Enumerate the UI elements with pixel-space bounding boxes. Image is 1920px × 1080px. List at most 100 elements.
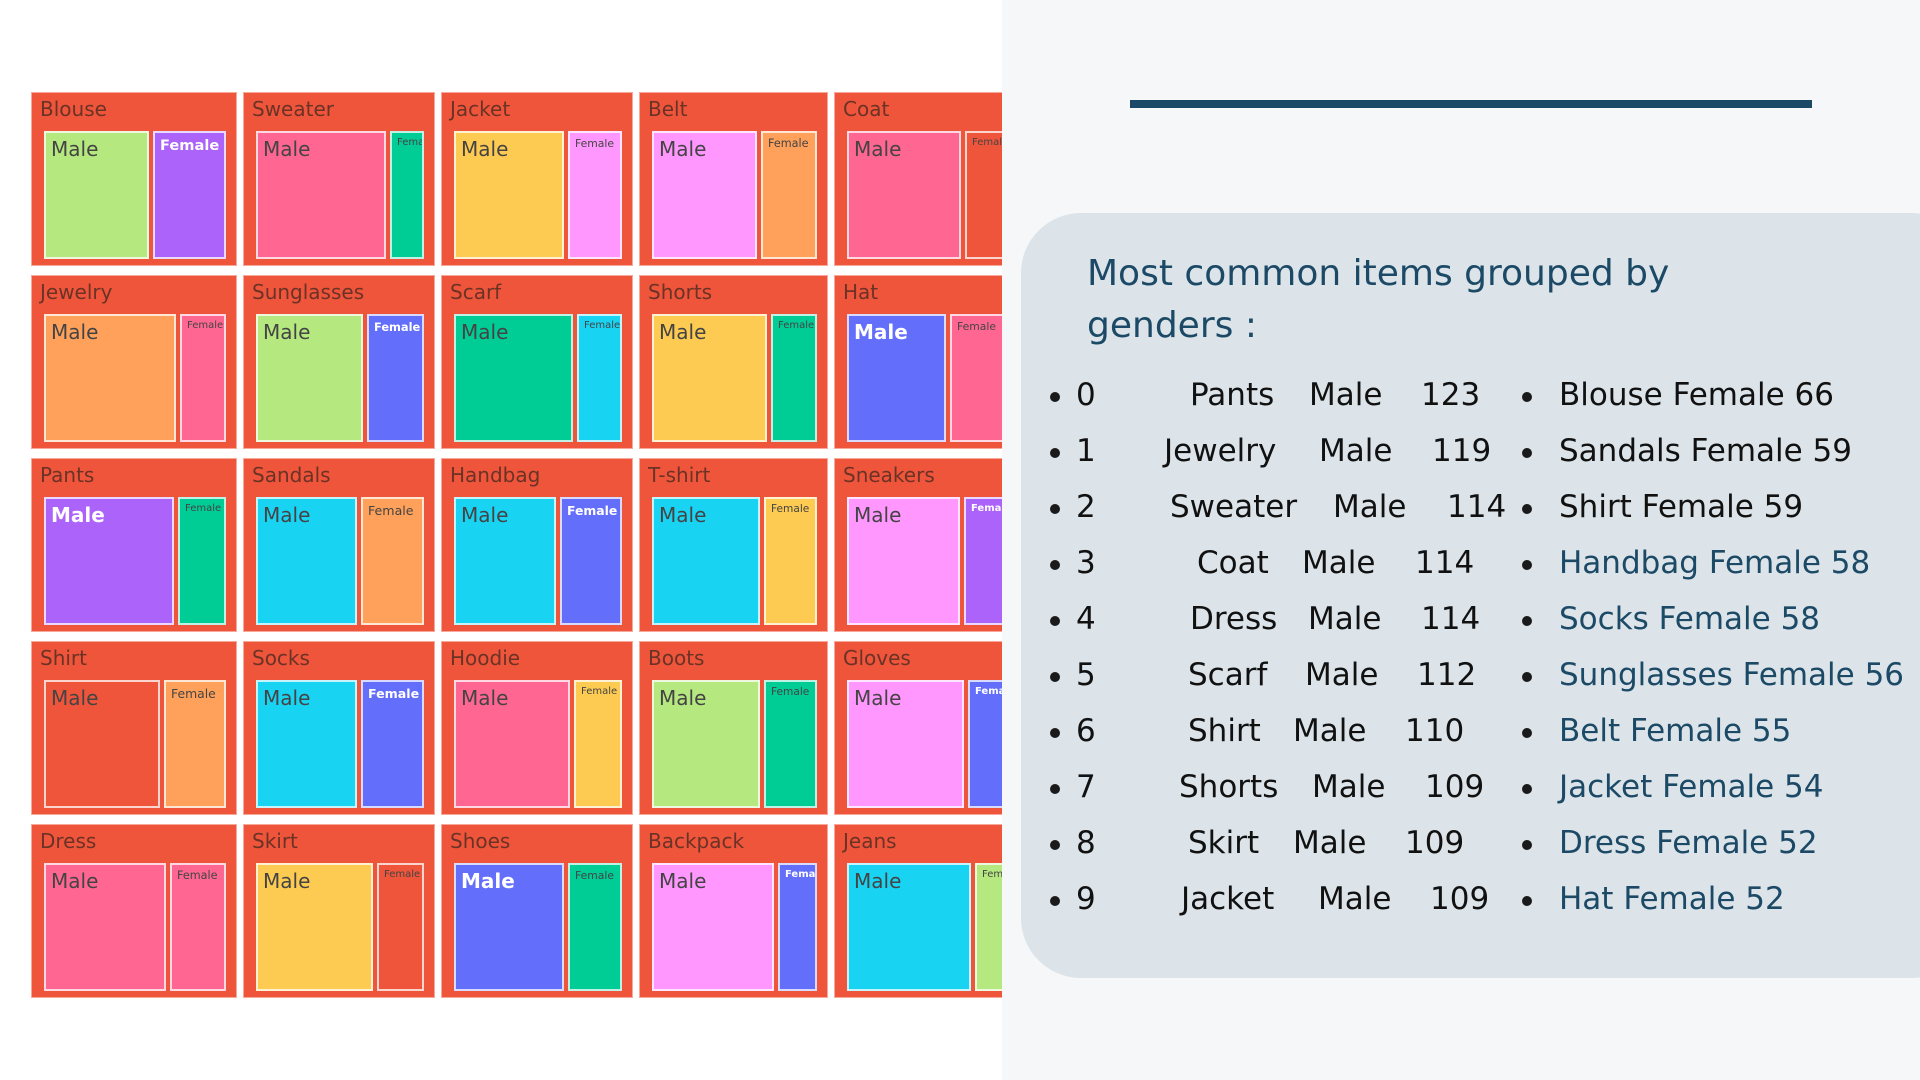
treemap-tile-backpack-female[interactable]: Female: [778, 863, 817, 991]
treemap-cell-label: Backpack: [648, 829, 745, 853]
treemap-tile-t-shirt-female[interactable]: Female: [764, 497, 817, 625]
row-gender: Male: [1293, 825, 1367, 861]
treemap-cell-shorts[interactable]: Shorts Male Female: [639, 275, 828, 449]
treemap-cell-socks[interactable]: Socks Male Female: [243, 641, 435, 815]
treemap-tile-coat-female[interactable]: Female: [965, 131, 1004, 259]
treemap-cell-sneakers[interactable]: Sneakers Male Female: [834, 458, 1015, 632]
female-row: Blouse Female 66: [1559, 377, 1834, 413]
treemap-cell-shirt[interactable]: Shirt Male Female: [31, 641, 237, 815]
treemap-tile-jeans-female[interactable]: Female: [975, 863, 1004, 991]
treemap-cell-label: Boots: [648, 646, 705, 670]
treemap-tile-pants-male[interactable]: Male: [44, 497, 174, 625]
treemap-tile-sweater-female[interactable]: Female: [390, 131, 424, 259]
treemap-tile-boots-male[interactable]: Male: [652, 680, 760, 808]
treemap-tile-sandals-female[interactable]: Female: [361, 497, 424, 625]
treemap-tile-scarf-male[interactable]: Male: [454, 314, 573, 442]
treemap-cell-sunglasses[interactable]: Sunglasses Male Female: [243, 275, 435, 449]
treemap-cell-dress[interactable]: Dress Male Female: [31, 824, 237, 998]
treemap-tile-hoodie-male[interactable]: Male: [454, 680, 570, 808]
treemap-tile-hat-female[interactable]: Female: [950, 314, 1004, 442]
treemap-tile-handbag-male[interactable]: Male: [454, 497, 556, 625]
treemap-tile-label: Male: [263, 320, 311, 344]
treemap-tile-socks-male[interactable]: Male: [256, 680, 357, 808]
treemap-tile-socks-female[interactable]: Female: [361, 680, 424, 808]
treemap-tile-jacket-male[interactable]: Male: [454, 131, 564, 259]
row-count: 109: [1430, 881, 1490, 917]
treemap-tile-hoodie-female[interactable]: Female: [574, 680, 622, 808]
treemap-cell-jacket[interactable]: Jacket Male Female: [441, 92, 633, 266]
bullet-icon: [1522, 392, 1532, 402]
row-index: 3: [1076, 545, 1096, 581]
treemap-cell-sweater[interactable]: Sweater Male Female: [243, 92, 435, 266]
treemap-cell-handbag[interactable]: Handbag Male Female: [441, 458, 633, 632]
treemap-tile-boots-female[interactable]: Female: [764, 680, 817, 808]
row-item: Skirt: [1188, 825, 1260, 861]
treemap-tile-scarf-female[interactable]: Female: [577, 314, 622, 442]
treemap-cell-shoes[interactable]: Shoes Male Female: [441, 824, 633, 998]
treemap-tile-hat-male[interactable]: Male: [847, 314, 946, 442]
treemap-tile-label: Male: [51, 503, 105, 527]
treemap-cell-label: Sunglasses: [252, 280, 365, 304]
treemap-cell-skirt[interactable]: Skirt Male Female: [243, 824, 435, 998]
treemap-tile-jewelry-male[interactable]: Male: [44, 314, 176, 442]
bullet-icon: [1522, 840, 1532, 850]
treemap-cell-jeans[interactable]: Jeans Male Female: [834, 824, 1015, 998]
treemap-cell-t-shirt[interactable]: T-shirt Male Female: [639, 458, 828, 632]
treemap-cell-hoodie[interactable]: Hoodie Male Female: [441, 641, 633, 815]
treemap-tile-shoes-male[interactable]: Male: [454, 863, 564, 991]
treemap-tile-sandals-male[interactable]: Male: [256, 497, 357, 625]
treemap-tile-label: Female: [581, 686, 618, 697]
treemap-cell-jewelry[interactable]: Jewelry Male Female: [31, 275, 237, 449]
treemap-cell-pants[interactable]: Pants Male Female: [31, 458, 237, 632]
treemap-panel: Blouse Male Female Sweater Male Female Jacket M…: [0, 0, 1015, 1080]
treemap-cell-gloves[interactable]: Gloves Male Female: [834, 641, 1015, 815]
treemap-tile-t-shirt-male[interactable]: Male: [652, 497, 760, 625]
treemap-tile-belt-male[interactable]: Male: [652, 131, 757, 259]
treemap-tile-gloves-male[interactable]: Male: [847, 680, 964, 808]
treemap-tile-jewelry-female[interactable]: Female: [180, 314, 226, 442]
treemap-tile-shorts-female[interactable]: Female: [771, 314, 817, 442]
treemap-tile-sweater-male[interactable]: Male: [256, 131, 386, 259]
treemap-cell-label: Sandals: [252, 463, 331, 487]
treemap-tile-shoes-female[interactable]: Female: [568, 863, 622, 991]
treemap-tile-shirt-female[interactable]: Female: [164, 680, 226, 808]
treemap-cell-backpack[interactable]: Backpack Male Female: [639, 824, 828, 998]
bullet-icon: [1050, 840, 1060, 850]
treemap-cell-belt[interactable]: Belt Male Female: [639, 92, 828, 266]
treemap-tile-blouse-female[interactable]: Female: [153, 131, 226, 259]
row-gender: Male: [1293, 713, 1367, 749]
treemap-tile-shirt-male[interactable]: Male: [44, 680, 160, 808]
treemap-tile-jacket-female[interactable]: Female: [568, 131, 622, 259]
treemap-cell-blouse[interactable]: Blouse Male Female: [31, 92, 237, 266]
treemap-tile-sneakers-male[interactable]: Male: [847, 497, 960, 625]
treemap-tile-skirt-female[interactable]: Female: [377, 863, 424, 991]
row-count: 123: [1421, 377, 1481, 413]
treemap-tile-dress-male[interactable]: Male: [44, 863, 166, 991]
treemap-tile-jeans-male[interactable]: Male: [847, 863, 971, 991]
treemap-tile-sunglasses-male[interactable]: Male: [256, 314, 363, 442]
treemap-tile-backpack-male[interactable]: Male: [652, 863, 774, 991]
treemap-cell-sandals[interactable]: Sandals Male Female: [243, 458, 435, 632]
treemap-cell-coat[interactable]: Coat Male Female: [834, 92, 1015, 266]
treemap-tile-label: Female: [177, 869, 218, 882]
treemap-tile-dress-female[interactable]: Female: [170, 863, 226, 991]
treemap-tile-shorts-male[interactable]: Male: [652, 314, 767, 442]
treemap-tile-handbag-female[interactable]: Female: [560, 497, 622, 625]
treemap-tile-label: Male: [461, 869, 515, 893]
treemap-tile-skirt-male[interactable]: Male: [256, 863, 373, 991]
treemap-cell-boots[interactable]: Boots Male Female: [639, 641, 828, 815]
treemap-tile-coat-male[interactable]: Male: [847, 131, 961, 259]
treemap-tile-pants-female[interactable]: Female: [178, 497, 226, 625]
row-gender: Male: [1305, 657, 1379, 693]
treemap-tile-belt-female[interactable]: Female: [761, 131, 817, 259]
treemap-tile-label: Female: [575, 869, 615, 882]
treemap-tile-label: Female: [771, 686, 810, 698]
bullet-icon: [1522, 504, 1532, 514]
treemap-tile-blouse-male[interactable]: Male: [44, 131, 149, 259]
treemap-tile-sunglasses-female[interactable]: Female: [367, 314, 424, 442]
treemap-cell-scarf[interactable]: Scarf Male Female: [441, 275, 633, 449]
treemap-cell-hat[interactable]: Hat Male Female: [834, 275, 1015, 449]
treemap-tile-sneakers-female[interactable]: Female: [964, 497, 1004, 625]
treemap-tile-gloves-female[interactable]: Female: [968, 680, 1004, 808]
treemap-tile-label: Male: [854, 320, 908, 344]
